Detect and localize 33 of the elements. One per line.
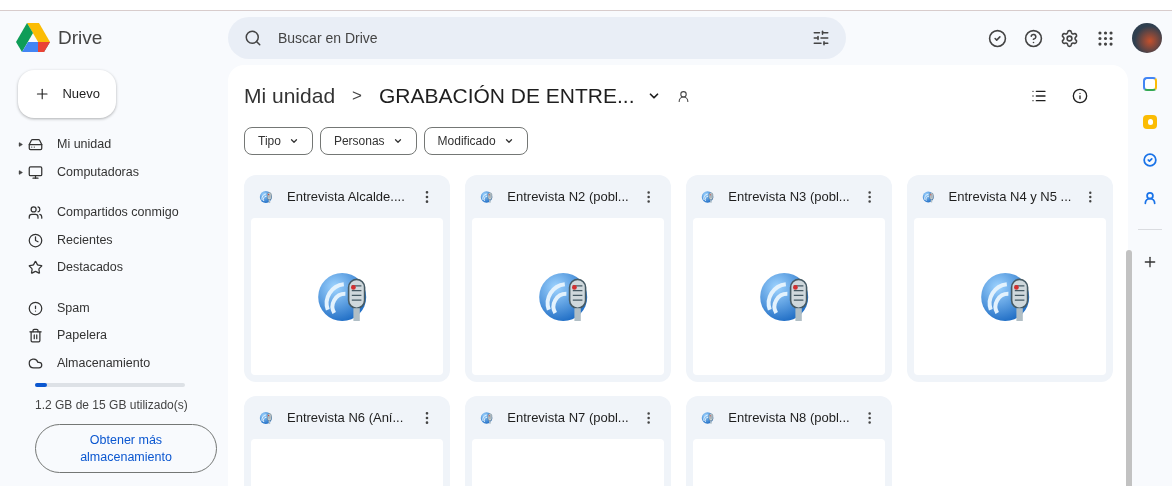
storage-usage: 1.2 GB de 15 GB utilizado(s) — [35, 397, 189, 414]
file-name: Entrevista N3 (pobl... — [728, 187, 850, 206]
app-name: Drive — [58, 25, 103, 50]
file-card[interactable]: Entrevista N2 (pobl... — [465, 175, 671, 382]
file-name: Entrevista N4 y N5 ... — [948, 187, 1072, 206]
sidebar-item[interactable]: Mi unidad — [18, 131, 218, 159]
folder-title[interactable]: GRABACIÓN DE ENTRE... — [379, 80, 635, 112]
file-name: Entrevista Alcalde.... — [287, 187, 406, 206]
file-card[interactable]: Entrevista Alcalde.... — [244, 175, 450, 382]
filter-chip[interactable]: Modificado — [423, 127, 528, 155]
new-button[interactable]: Nuevo — [18, 70, 116, 118]
sidebar-item[interactable]: Compartidos conmigo — [18, 199, 218, 227]
search-bar[interactable]: Buscar en Drive — [228, 17, 846, 59]
file-name: Entrevista N7 (pobl... — [507, 408, 629, 427]
filter-chip[interactable]: Tipo — [244, 127, 313, 155]
file-name: Entrevista N6 (Aní... — [287, 408, 405, 427]
sidebar-item[interactable]: Recientes — [18, 226, 218, 254]
sidebar-item[interactable]: Papelera — [18, 322, 218, 350]
file-card[interactable]: Entrevista N8 (pobl... — [686, 396, 892, 486]
sidebar-item[interactable]: Destacados — [18, 254, 218, 282]
sidebar-item[interactable]: Computadoras — [18, 158, 218, 186]
file-name: Entrevista N2 (pobl... — [507, 187, 629, 206]
filter-chip[interactable]: Personas — [319, 127, 417, 155]
file-name: Entrevista N8 (pobl... — [728, 408, 850, 427]
file-card[interactable]: Entrevista N3 (pobl... — [686, 175, 892, 382]
file-card[interactable]: Entrevista N6 (Aní... — [244, 396, 450, 486]
search-field[interactable]: Buscar en Drive — [278, 27, 796, 49]
breadcrumb-separator: > — [352, 85, 362, 108]
breadcrumb-link[interactable]: Mi unidad — [244, 80, 336, 112]
file-card[interactable]: Entrevista N4 y N5 ... — [907, 175, 1113, 382]
file-card[interactable]: Entrevista N7 (pobl... — [465, 396, 671, 486]
sidebar-item[interactable]: Almacenamiento — [18, 349, 218, 377]
sidebar-item[interactable]: Spam — [18, 294, 218, 322]
